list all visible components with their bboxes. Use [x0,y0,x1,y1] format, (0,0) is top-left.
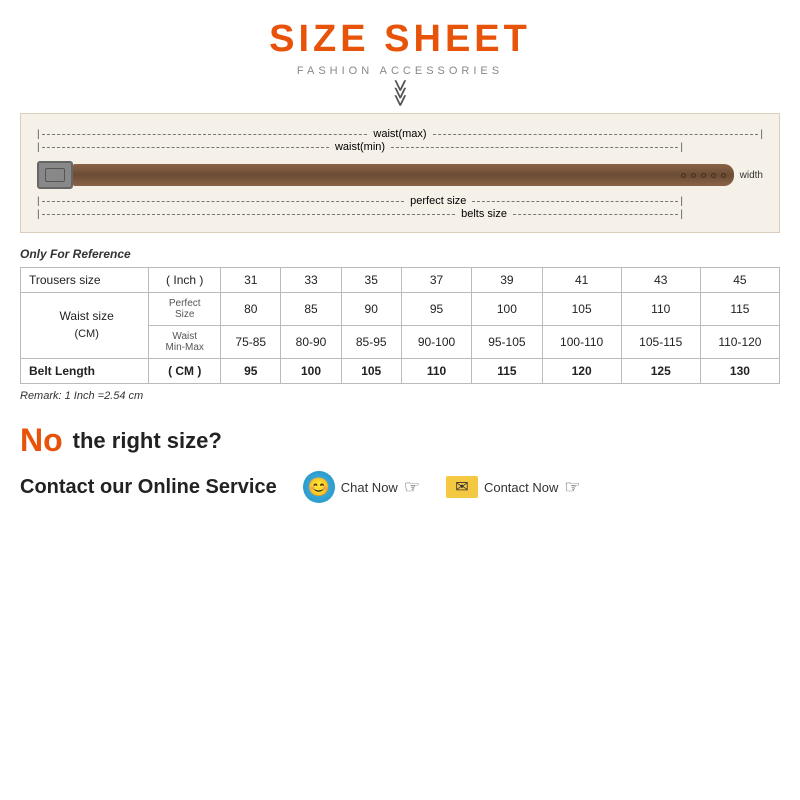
page-title: SIZE SHEET [269,18,531,61]
bl-125: 125 [621,359,700,384]
contact-label: Contact our Online Service [20,476,277,499]
belt-buckle [37,161,73,189]
page-subtitle: FASHION ACCESSORIES [297,65,503,77]
belt-body [73,164,644,186]
wm-110: 110-120 [700,326,779,359]
col-inch: ( Inch ) [149,268,221,293]
wm-80: 80-90 [281,326,341,359]
hand-icon-contact: ☞ [564,477,580,498]
belt-length-unit: ( CM ) [149,359,221,384]
no-right-size-row: No the right size? [20,422,780,459]
bl-100: 100 [281,359,341,384]
col-39: 39 [472,268,542,293]
mail-icon: ✉ [446,476,478,498]
belt-end [644,164,734,186]
wm-85: 85-95 [341,326,401,359]
bl-110: 110 [401,359,471,384]
col-43: 43 [621,268,700,293]
waist-size-header: Waist size(CM) [21,293,149,359]
col-45: 45 [700,268,779,293]
bl-105: 105 [341,359,401,384]
width-label: width [740,170,763,181]
belt-diagram: | waist(max) | | waist(min) | [20,113,780,233]
col-37: 37 [401,268,471,293]
ps-100: 100 [472,293,542,326]
wm-100: 100-110 [542,326,621,359]
col-trousers: Trousers size [21,268,149,293]
contact-row: Contact our Online Service 😊 Chat Now ☞ … [20,471,780,503]
ps-115: 115 [700,293,779,326]
waist-minmax-subheader: WaistMin-Max [149,326,221,359]
bl-115: 115 [472,359,542,384]
belt-image: width [37,157,763,193]
belts-size-label: belts size [461,208,507,220]
size-table: Trousers size ( Inch ) 31 33 35 37 39 41… [20,267,780,384]
col-35: 35 [341,268,401,293]
bl-95: 95 [221,359,281,384]
waist-max-label: waist(max) [373,128,426,140]
ps-95: 95 [401,293,471,326]
only-ref-label: Only For Reference [20,247,780,261]
bl-120: 120 [542,359,621,384]
no-size-text: the right size? [73,428,222,454]
belt-length-header: Belt Length [21,359,149,384]
chat-now-label: Chat Now [341,480,398,495]
perfect-size-row: Waist size(CM) PerfectSize 80 85 90 95 1… [21,293,780,326]
ps-90: 90 [341,293,401,326]
ps-110: 110 [621,293,700,326]
ps-80: 80 [221,293,281,326]
ps-85: 85 [281,293,341,326]
remark-text: Remark: 1 Inch =2.54 cm [20,390,780,402]
belt-length-row: Belt Length ( CM ) 95 100 105 110 115 12… [21,359,780,384]
waist-min-label: waist(min) [335,141,385,153]
ps-105: 105 [542,293,621,326]
col-33: 33 [281,268,341,293]
contact-now-label: Contact Now [484,480,558,495]
hand-icon-chat: ☞ [404,477,420,498]
perfect-size-subheader: PerfectSize [149,293,221,326]
col-31: 31 [221,268,281,293]
chat-now-button[interactable]: 😊 Chat Now ☞ [303,471,420,503]
chat-icon: 😊 [303,471,335,503]
col-41: 41 [542,268,621,293]
contact-now-button[interactable]: ✉ Contact Now ☞ [446,476,581,498]
chevron-icon: ⋙ [390,79,410,107]
no-text: No [20,422,63,459]
wm-95: 95-105 [472,326,542,359]
wm-105: 105-115 [621,326,700,359]
table-header-row: Trousers size ( Inch ) 31 33 35 37 39 41… [21,268,780,293]
wm-90: 90-100 [401,326,471,359]
wm-75: 75-85 [221,326,281,359]
bl-130: 130 [700,359,779,384]
perfect-size-label: perfect size [410,195,466,207]
